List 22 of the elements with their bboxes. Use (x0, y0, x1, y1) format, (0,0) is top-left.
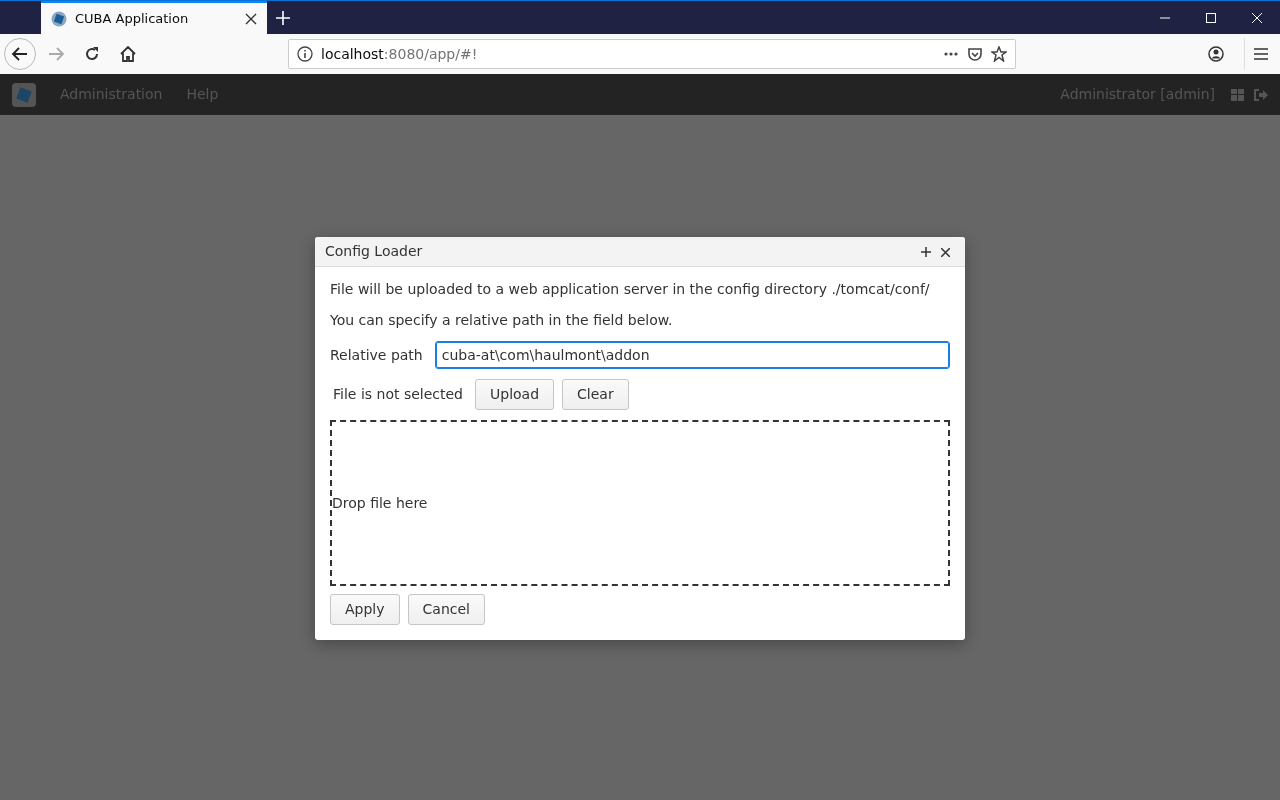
url-text: localhost:8080/app/#! (321, 44, 479, 64)
address-bar[interactable]: localhost:8080/app/#! (288, 39, 1016, 69)
message-text: You can specify a relative path in the field below. (330, 311, 674, 330)
upload-status: File is not selected (333, 385, 463, 404)
drop-zone-text: Drop file here (332, 493, 428, 513)
tab-title: CUBA Application (75, 9, 190, 28)
logo-icon (51, 10, 67, 27)
logo-icon (12, 82, 36, 107)
upload-button[interactable]: Clear (562, 379, 629, 410)
pocket-icon[interactable] (967, 46, 983, 62)
path-input-field[interactable]: cuba-at\com\haulmont\addon (434, 341, 950, 369)
browser-tab[interactable]: CUBA Application (41, 1, 267, 34)
dialog-button[interactable]: Apply (330, 594, 400, 625)
info-icon (297, 46, 313, 62)
upload-button[interactable]: Upload (475, 379, 555, 410)
dialog-button[interactable]: Cancel (407, 594, 485, 625)
close-icon[interactable] (245, 12, 257, 25)
dialog-title: Config Loader (325, 242, 424, 261)
star-icon[interactable] (991, 46, 1007, 62)
drop-zone[interactable]: Drop file here (330, 420, 950, 586)
message-text: File will be uploaded to a web application server in the config directory ./tomcat/conf/ (330, 280, 931, 299)
field-label: Relative path (330, 345, 423, 365)
